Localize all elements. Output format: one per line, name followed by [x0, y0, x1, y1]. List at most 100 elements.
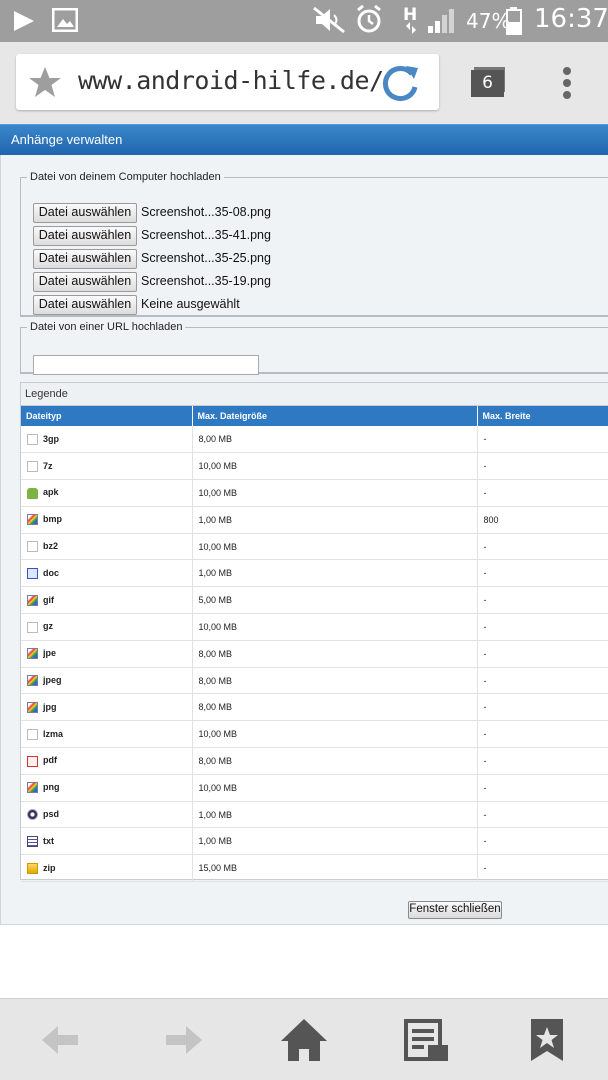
table-row: png 10,00 MB - [21, 774, 608, 802]
file-type-label: pdf [43, 755, 57, 766]
attachments-panel: Datei von deinem Computer hochladen Date… [0, 155, 608, 925]
url-text[interactable]: www.android-hilfe.de/ [78, 66, 384, 95]
table-row: pdf 8,00 MB - [21, 747, 608, 775]
generic-file-icon [27, 460, 38, 472]
table-row: 7z 10,00 MB - [21, 452, 608, 481]
file-type-label: doc [43, 567, 60, 578]
max-width-cell: - [477, 774, 608, 802]
file-type-label: zip [43, 862, 56, 873]
max-size-cell: 1,00 MB [192, 559, 478, 588]
file-type-cell: 3gp [21, 426, 193, 454]
max-width-cell: - [477, 559, 608, 588]
max-width-cell: - [477, 586, 608, 615]
choose-file-button-4[interactable]: Datei auswählen [33, 272, 137, 292]
max-width-cell: - [477, 854, 608, 883]
max-size-cell: 10,00 MB [192, 613, 478, 641]
file-type-table: Dateityp Max. Dateigröße Max. Breite 3gp… [21, 406, 608, 883]
table-row: doc 1,00 MB - [21, 559, 608, 588]
file-type-legend: Legende Dateityp Max. Dateigröße Max. Br… [20, 382, 608, 883]
table-row: gz 10,00 MB - [21, 613, 608, 641]
file-type-label: gif [43, 594, 54, 605]
img-file-icon [27, 675, 38, 687]
max-width-cell: - [477, 693, 608, 722]
choose-file-button-1[interactable]: Datei auswählen [33, 203, 137, 223]
table-header-row: Dateityp Max. Dateigröße Max. Breite [21, 406, 608, 426]
max-width-cell: - [477, 827, 608, 856]
max-width-cell: - [477, 533, 608, 561]
choose-file-button-2[interactable]: Datei auswählen [33, 226, 137, 246]
file-type-cell: bz2 [21, 533, 193, 561]
page-title: Anhänge verwalten [0, 124, 608, 155]
max-size-cell: 8,00 MB [192, 640, 478, 668]
file-type-label: bz2 [43, 541, 59, 552]
generic-file-icon [27, 621, 38, 633]
max-size-cell: 1,00 MB [192, 801, 478, 829]
max-size-cell: 1,00 MB [192, 506, 478, 534]
upload-computer-legend: Datei von deinem Computer hochladen [30, 171, 221, 183]
status-bar: H 47% 16:37 [0, 0, 608, 42]
max-width-cell: - [477, 452, 608, 481]
img-file-icon [27, 701, 38, 713]
table-row: txt 1,00 MB - [21, 827, 608, 856]
pdf-file-icon [27, 755, 38, 767]
upload-url-legend: Datei von einer URL hochladen [30, 321, 183, 333]
file-type-label: apk [43, 487, 59, 498]
max-size-cell: 5,00 MB [192, 586, 478, 615]
file-name-2: Screenshot...35-41.png [141, 228, 271, 242]
txt-file-icon [27, 835, 38, 847]
file-name-5: Keine ausgewählt [141, 297, 240, 311]
image-icon [52, 8, 78, 32]
file-name-4: Screenshot...35-19.png [141, 274, 271, 288]
forward-icon[interactable] [158, 1017, 208, 1063]
clock: 16:37 [534, 4, 608, 34]
file-name-3: Screenshot...35-25.png [141, 251, 271, 265]
file-type-cell: psd [21, 801, 193, 829]
close-window-button[interactable]: Fenster schließen [408, 901, 502, 919]
refresh-icon[interactable] [380, 62, 422, 104]
overflow-menu-icon[interactable] [556, 66, 578, 102]
back-icon[interactable] [38, 1017, 88, 1063]
battery-icon [506, 7, 522, 35]
bottom-navigation [0, 998, 608, 1080]
apk-file-icon [27, 487, 38, 499]
legend-title: Legende [21, 383, 608, 406]
home-icon[interactable] [279, 1017, 329, 1063]
doc-file-icon [27, 567, 38, 579]
max-size-cell: 10,00 MB [192, 479, 478, 507]
file-type-cell: apk [21, 479, 193, 507]
generic-file-icon [27, 728, 38, 740]
file-type-label: png [43, 782, 60, 793]
star-icon[interactable] [28, 66, 62, 98]
url-bar[interactable]: www.android-hilfe.de/ [16, 54, 439, 110]
choose-file-button-3[interactable]: Datei auswählen [33, 249, 137, 269]
file-type-cell: txt [21, 827, 193, 856]
file-type-label: 7z [43, 460, 53, 471]
file-type-cell: jpg [21, 693, 193, 722]
reader-icon[interactable] [402, 1017, 452, 1063]
file-type-cell: png [21, 774, 193, 802]
table-row: jpe 8,00 MB - [21, 640, 608, 668]
table-row: psd 1,00 MB - [21, 801, 608, 829]
table-row: 3gp 8,00 MB - [21, 426, 608, 454]
table-row: lzma 10,00 MB - [21, 720, 608, 749]
max-size-cell: 8,00 MB [192, 426, 478, 454]
file-type-label: jpe [43, 648, 57, 659]
choose-file-button-5[interactable]: Datei auswählen [33, 295, 137, 315]
table-row: bz2 10,00 MB - [21, 533, 608, 561]
file-type-cell: gz [21, 613, 193, 641]
column-header-type: Dateityp [21, 406, 193, 426]
bookmarks-icon[interactable] [523, 1017, 573, 1063]
max-size-cell: 8,00 MB [192, 747, 478, 775]
url-input[interactable] [33, 355, 259, 375]
file-type-cell: gif [21, 586, 193, 615]
browser-toolbar: www.android-hilfe.de/ 6 [0, 42, 608, 124]
max-width-cell: - [477, 613, 608, 641]
max-width-cell: - [477, 426, 608, 454]
table-row: zip 15,00 MB - [21, 854, 608, 883]
max-width-cell: - [477, 720, 608, 749]
img-file-icon [27, 594, 38, 606]
max-size-cell: 8,00 MB [192, 667, 478, 695]
max-size-cell: 10,00 MB [192, 452, 478, 481]
file-type-label: gz [43, 621, 53, 632]
max-width-cell: - [477, 801, 608, 829]
